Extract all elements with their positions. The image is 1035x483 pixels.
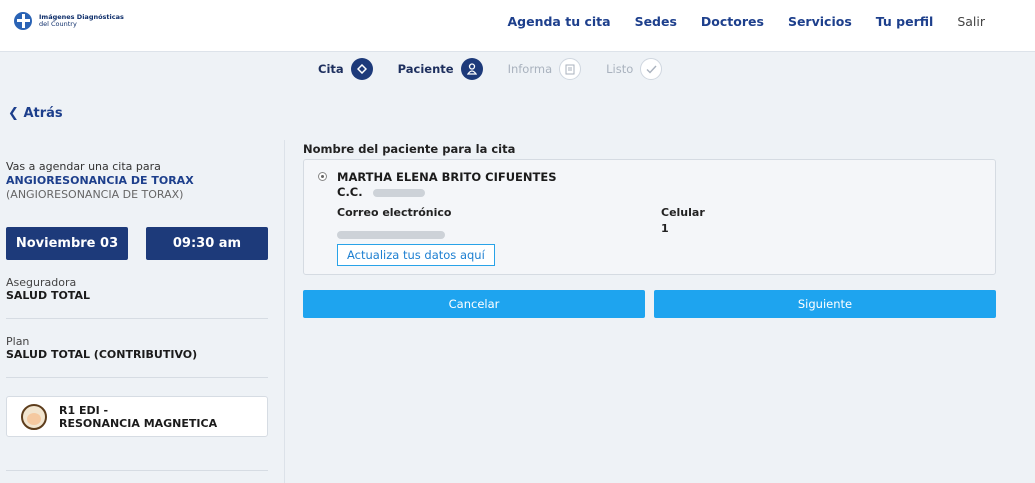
update-data-button[interactable]: Actualiza tus datos aquí — [337, 244, 495, 266]
doctor-info: R1 EDI - RESONANCIA MAGNETICA — [59, 404, 217, 430]
date-time-row: Noviembre 03 09:30 am — [6, 227, 268, 260]
chevron-left-icon: ❮ — [8, 106, 19, 121]
insurer-value: SALUD TOTAL — [6, 289, 90, 302]
patient-card: MARTHA ELENA BRITO CIFUENTES C.C. Correo… — [303, 159, 996, 275]
insurer-block: Aseguradora SALUD TOTAL — [6, 260, 268, 319]
patient-radio[interactable] — [318, 172, 327, 181]
summary-intro: Vas a agendar una cita para — [6, 160, 161, 173]
redacted-document-number — [372, 188, 425, 197]
step-label: Cita — [318, 62, 344, 76]
location-icon — [350, 58, 373, 80]
patient-document: C.C. — [337, 185, 425, 199]
person-icon — [460, 58, 483, 80]
cancel-button[interactable]: Cancelar — [303, 290, 645, 318]
back-label: Atrás — [23, 106, 63, 121]
doctor-card: R1 EDI - RESONANCIA MAGNETICA — [6, 396, 268, 437]
time-badge: 09:30 am — [146, 227, 268, 260]
left-divider — [6, 470, 268, 471]
plan-value: SALUD TOTAL (CONTRIBUTIVO) — [6, 348, 198, 361]
brand-line-2: del Country — [39, 20, 77, 28]
document-prefix: C.C. — [337, 185, 363, 199]
patient-section-title: Nombre del paciente para la cita — [303, 142, 516, 156]
next-button[interactable]: Siguiente — [654, 290, 996, 318]
clipboard-icon — [559, 58, 582, 80]
plan-label: Plan — [6, 335, 30, 348]
back-link[interactable]: ❮ Atrás — [8, 106, 63, 121]
check-icon — [640, 58, 663, 80]
step-listo: Listo — [606, 58, 663, 80]
brand-name: Imágenes Diagnósticas del Country — [39, 14, 124, 28]
nav-tu-perfil[interactable]: Tu perfil — [876, 14, 934, 29]
date-badge: Noviembre 03 — [6, 227, 128, 260]
phone-label: Celular — [661, 206, 705, 219]
top-header: Imágenes Diagnósticas del Country Agenda… — [0, 0, 1035, 52]
study-subtitle: (ANGIORESONANCIA DE TORAX) — [6, 188, 184, 201]
step-label: Listo — [606, 62, 634, 76]
nav-servicios[interactable]: Servicios — [788, 14, 852, 29]
step-cita: Cita — [318, 58, 373, 80]
step-label: Paciente — [397, 62, 454, 76]
nav-salir[interactable]: Salir — [957, 14, 985, 29]
redacted-email — [337, 230, 445, 239]
study-name: ANGIORESONANCIA DE TORAX — [6, 174, 194, 187]
cross-logo-icon — [14, 12, 32, 30]
doctor-line-2: RESONANCIA MAGNETICA — [59, 416, 218, 430]
step-informa: Informa — [508, 58, 582, 80]
plan-block: Plan SALUD TOTAL (CONTRIBUTIVO) — [6, 319, 268, 378]
nav-agenda-tu-cita[interactable]: Agenda tu cita — [507, 14, 610, 29]
step-paciente: Paciente — [398, 58, 483, 80]
appointment-summary: Vas a agendar una cita para ANGIORESONAN… — [6, 160, 268, 437]
insurer-label: Aseguradora — [6, 276, 77, 289]
nav-sedes[interactable]: Sedes — [635, 14, 677, 29]
phone-value: 1 — [661, 222, 669, 235]
progress-steps: Cita Paciente Informa Listo — [318, 58, 687, 80]
step-label: Informa — [507, 62, 553, 76]
email-value — [337, 224, 445, 243]
patient-name: MARTHA ELENA BRITO CIFUENTES — [337, 170, 557, 184]
nav-doctores[interactable]: Doctores — [701, 14, 764, 29]
main-nav: Agenda tu cita Sedes Doctores Servicios … — [507, 14, 985, 29]
email-label: Correo electrónico — [337, 206, 452, 219]
brand-logo[interactable]: Imágenes Diagnósticas del Country — [14, 12, 124, 30]
column-divider — [284, 140, 285, 483]
doctor-avatar — [21, 403, 47, 430]
doctor-line-1: R1 EDI - — [59, 403, 109, 417]
